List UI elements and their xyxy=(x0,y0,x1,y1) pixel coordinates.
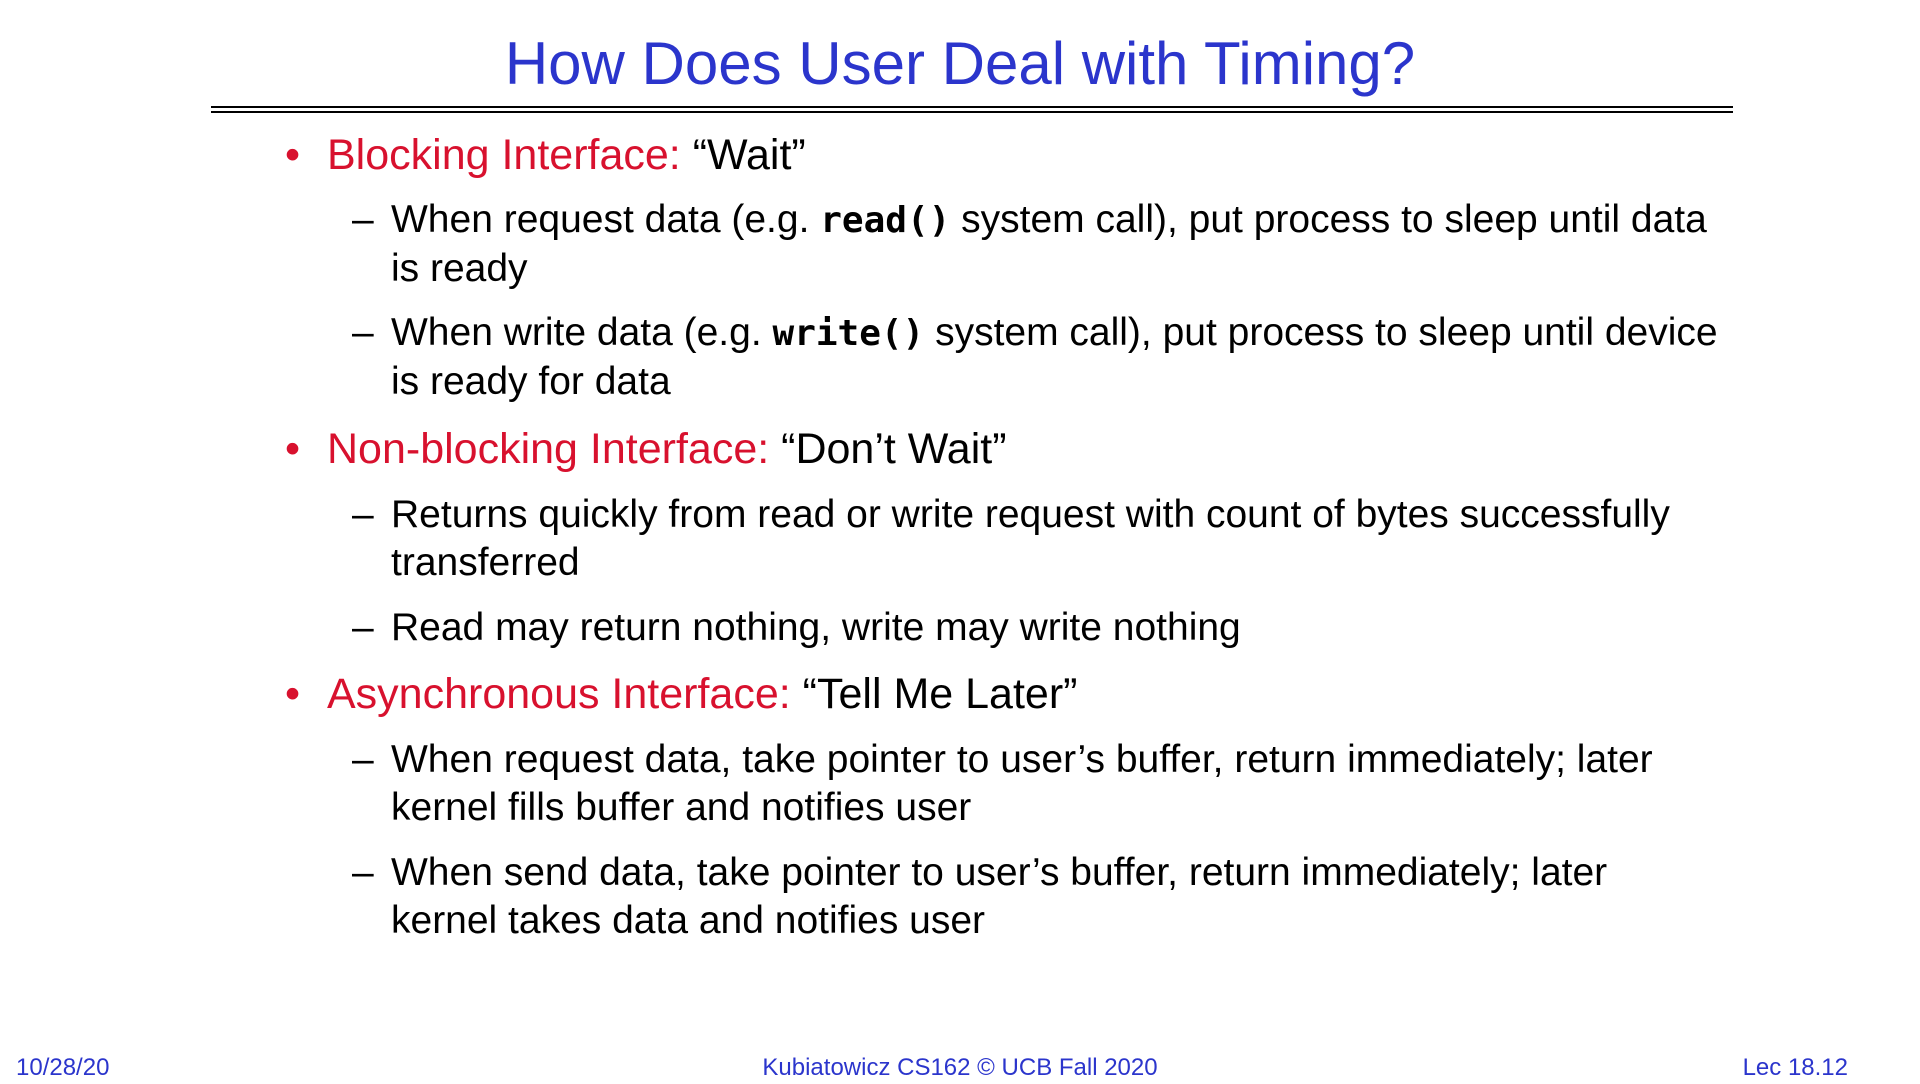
dash-marker: – xyxy=(352,606,374,649)
bullet-label: Blocking Interface: xyxy=(327,131,681,179)
footer-course: Kubiatowicz CS162 © UCB Fall 2020 xyxy=(762,1054,1158,1081)
code-write: write() xyxy=(772,313,925,354)
sub-item-async-request: – When request data, take pointer to user… xyxy=(352,738,1653,829)
sub-item-non-blocking-returns: – Returns quickly from read or write requ… xyxy=(352,493,1670,584)
bullet-dot: • xyxy=(285,425,301,473)
bullet-non-blocking: • Non-blocking Interface: “Don’t Wait” xyxy=(285,422,1007,476)
dash-marker: – xyxy=(352,738,374,781)
bullet-blocking: • Blocking Interface: “Wait” xyxy=(285,128,806,182)
bullet-quote: “Don’t Wait” xyxy=(781,425,1007,473)
title-divider-bottom xyxy=(211,111,1733,113)
footer-lecture-number: Lec 18.12 xyxy=(1742,1054,1848,1081)
sub-item-async-send: – When send data, take pointer to user’s … xyxy=(352,851,1608,942)
bullet-quote: “Wait” xyxy=(692,131,806,179)
dash-marker: – xyxy=(352,311,374,354)
sub-item-blocking-write: – When write data (e.g. write() system ca… xyxy=(352,311,1718,403)
slide-title: How Does User Deal with Timing? xyxy=(504,30,1416,97)
bullet-label: Asynchronous Interface: xyxy=(327,670,791,718)
dash-marker: – xyxy=(352,493,374,536)
bullet-quote: “Tell Me Later” xyxy=(802,670,1078,718)
sub-item-non-blocking-nothing: – Read may return nothing, write may writ… xyxy=(352,604,1721,652)
bullet-label: Non-blocking Interface: xyxy=(327,425,770,473)
bullet-dot: • xyxy=(285,670,301,718)
code-read: read() xyxy=(820,200,951,241)
bullet-dot: • xyxy=(285,131,301,179)
bullet-asynchronous: • Asynchronous Interface: “Tell Me Later” xyxy=(285,667,1077,721)
dash-marker: – xyxy=(352,851,374,894)
dash-marker: – xyxy=(352,198,374,241)
sub-item-blocking-read: – When request data (e.g. read() system c… xyxy=(352,198,1707,290)
title-divider-top xyxy=(211,106,1733,108)
